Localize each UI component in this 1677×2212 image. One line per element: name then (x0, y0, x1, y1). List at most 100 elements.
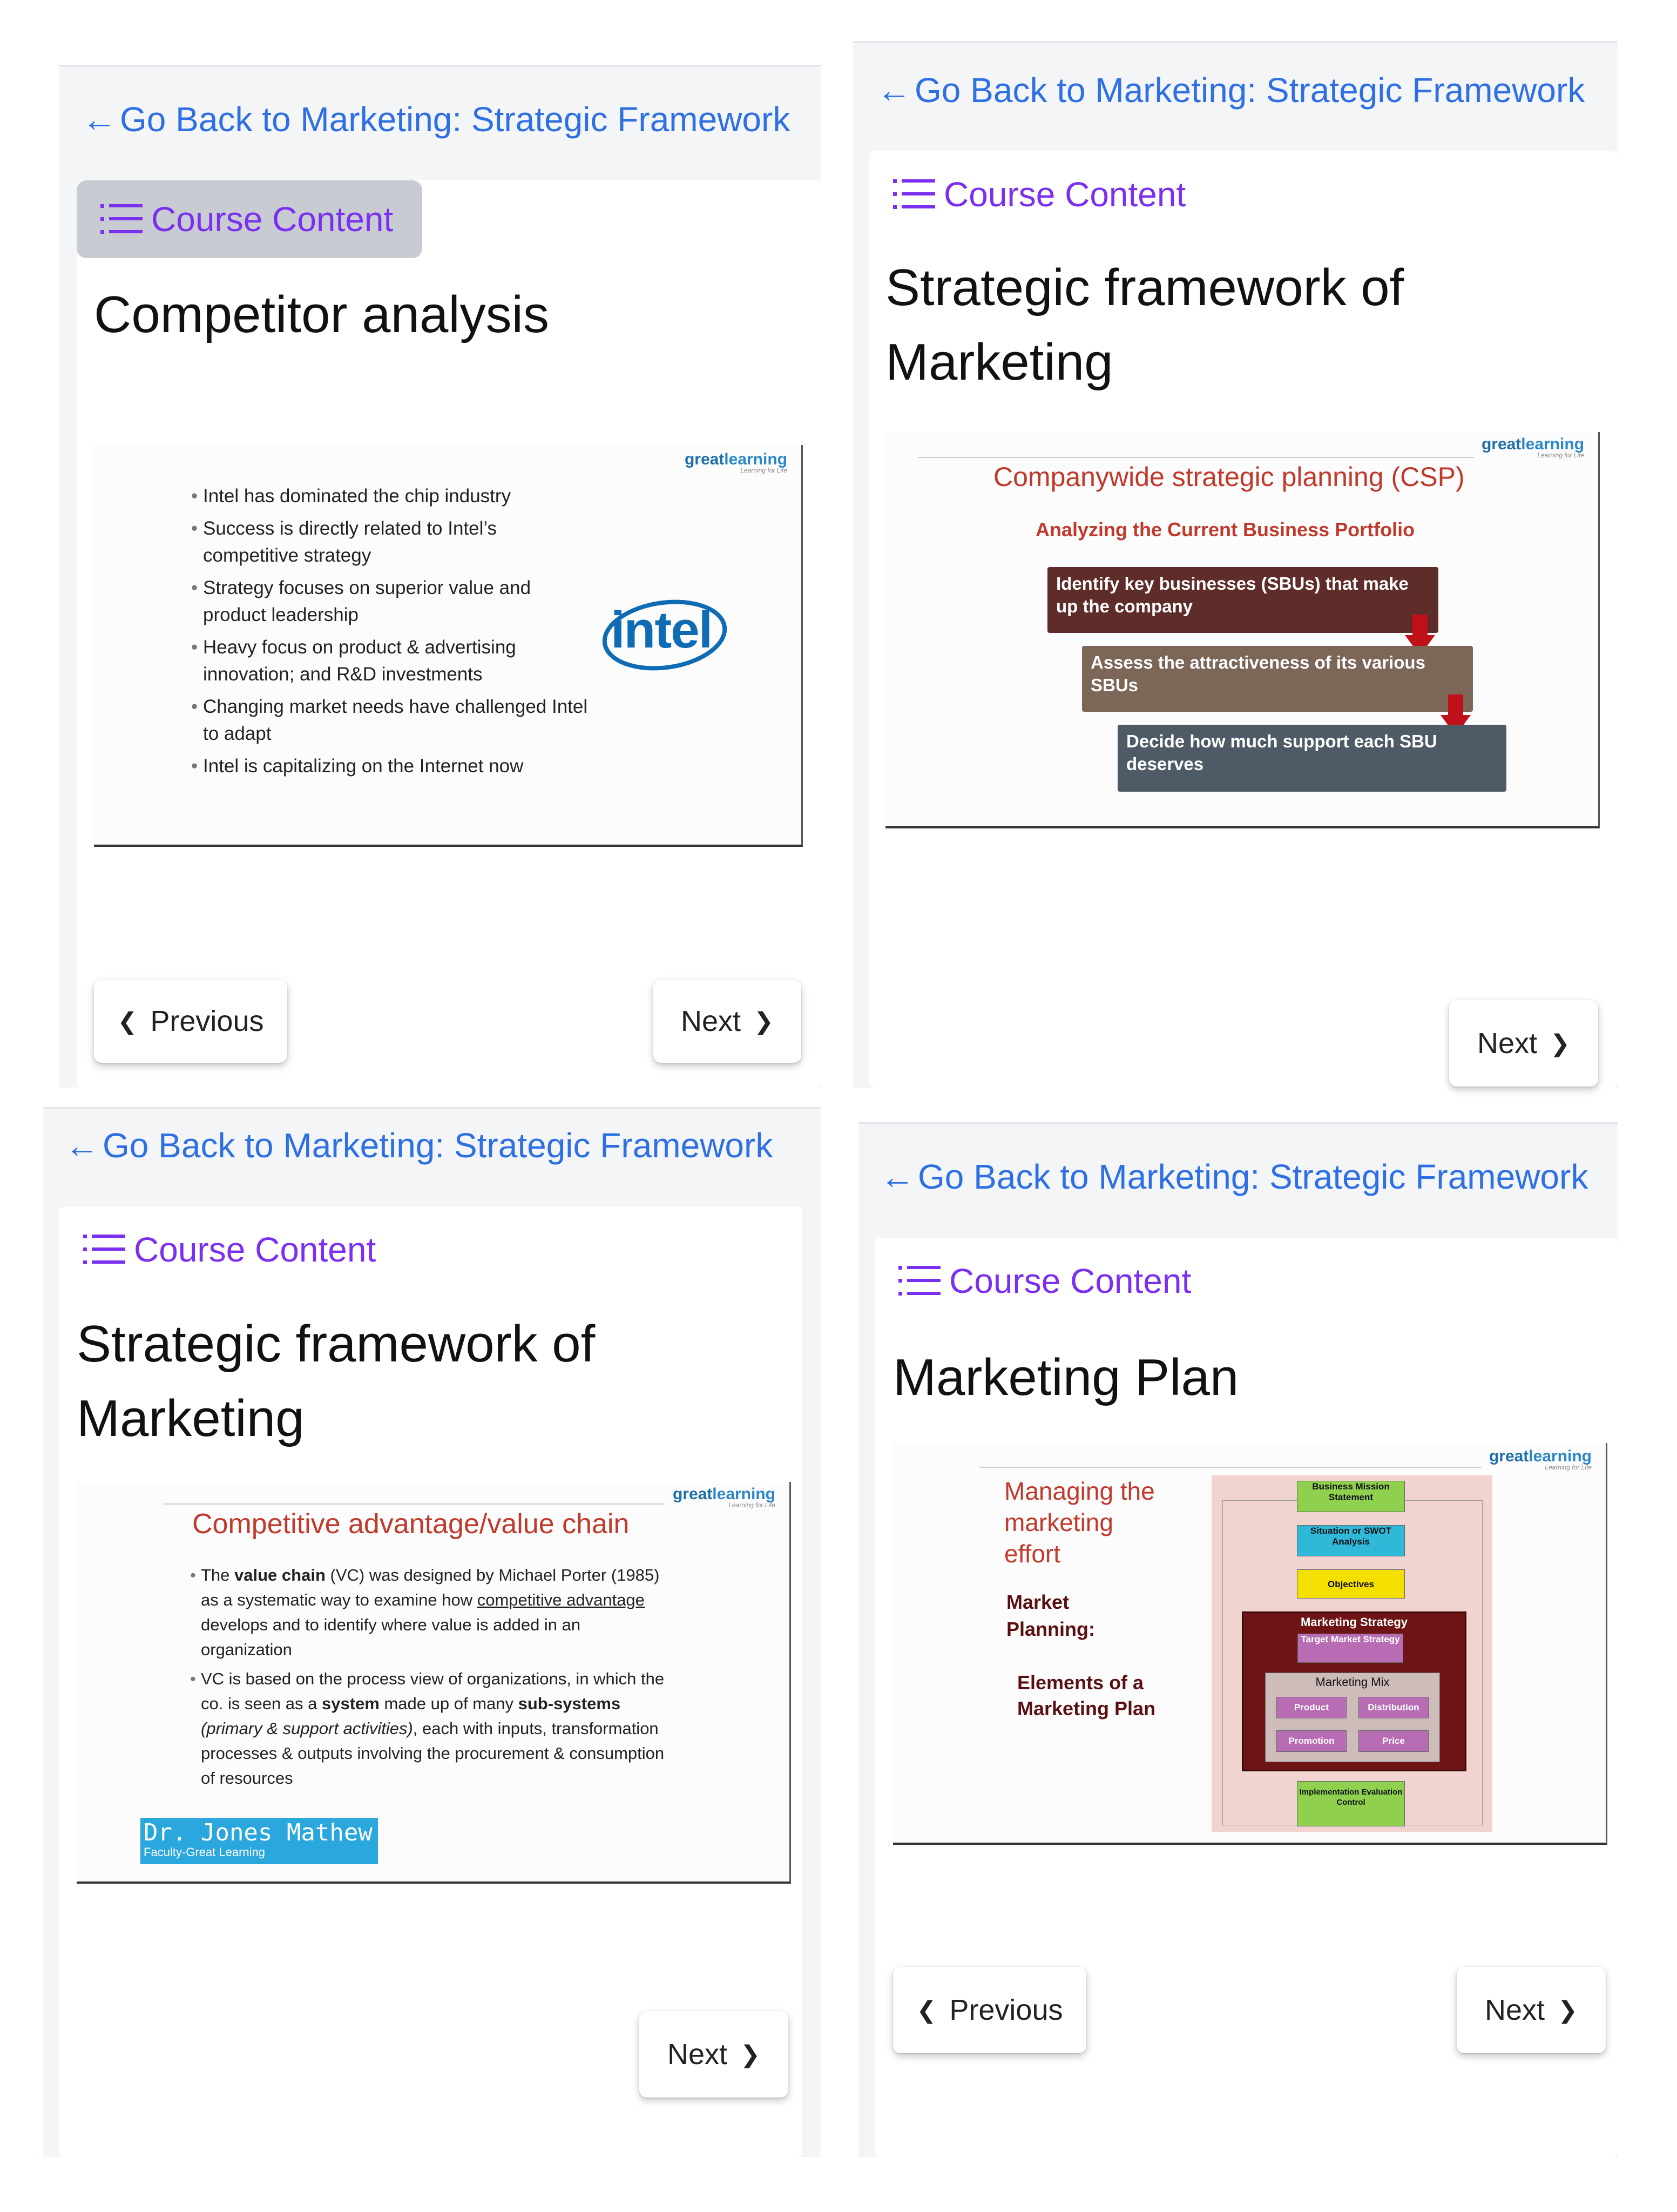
lesson-title: Strategic framework of Marketing (885, 259, 1404, 391)
step-box-identify: Identify key businesses (SBUs) that make… (1047, 567, 1438, 633)
list-icon (898, 1266, 941, 1296)
screen-strategic-framework-csp: ← Go Back to Marketing: Strategic Framew… (853, 41, 1618, 1088)
slide-title: Competitive advantage/value chain (192, 1508, 630, 1540)
next-button[interactable]: Next ❯ (653, 980, 801, 1063)
chevron-right-icon: ❯ (754, 1008, 774, 1035)
diagram-distribution: Distribution (1358, 1697, 1429, 1718)
back-link[interactable]: ← Go Back to Marketing: Strategic Framew… (65, 1125, 773, 1165)
slide-bullets: Intel has dominated the chip industry Su… (191, 483, 591, 780)
back-link-label: Go Back to Marketing: Strategic Framewor… (120, 100, 790, 139)
bullet-item: Changing market needs have challenged In… (191, 693, 591, 747)
back-link[interactable]: ← Go Back to Marketing: Strategic Framew… (880, 1157, 1588, 1197)
previous-label: Previous (150, 1005, 264, 1037)
diagram-marketing-mix-block: Marketing Mix Product Distribution Promo… (1265, 1673, 1440, 1762)
next-button[interactable]: Next ❯ (1457, 1967, 1606, 2053)
diagram-business-mission: Business Mission Statement (1297, 1481, 1405, 1512)
lesson-title: Competitor analysis (94, 286, 549, 343)
slide-heading: Managing the marketing effort (1004, 1477, 1155, 1568)
step-box-decide: Decide how much support each SBU deserve… (1118, 725, 1506, 792)
back-link-label: Go Back to Marketing: Strategic Framewor… (103, 1126, 773, 1165)
lesson-card: Course Content Strategic framework of Ma… (59, 1206, 802, 2157)
course-content-button[interactable]: Course Content (77, 180, 422, 258)
lesson-title: Marketing Plan (893, 1348, 1239, 1406)
list-icon (83, 1235, 125, 1264)
screen-marketing-plan: ← Go Back to Marketing: Strategic Framew… (858, 1122, 1618, 2157)
course-content-button[interactable]: Course Content (898, 1254, 1191, 1308)
next-label: Next (681, 1005, 741, 1037)
slide-divider (918, 457, 1474, 458)
course-content-button[interactable]: Course Content (83, 1223, 376, 1277)
bullet-item: Intel has dominated the chip industry (191, 483, 591, 510)
next-label: Next (667, 2038, 728, 2071)
bullet-item: Intel is capitalizing on the Internet no… (191, 753, 591, 780)
lesson-slide: greatlearning Learning for Life Managing… (893, 1443, 1607, 1845)
slide-body: • The value chain (VC) was designed by Mi… (190, 1566, 665, 1788)
course-content-label: Course Content (134, 1230, 376, 1269)
previous-button[interactable]: ❮ Previous (94, 980, 287, 1063)
chevron-left-icon: ❮ (117, 1008, 138, 1035)
course-content-label: Course Content (151, 200, 394, 239)
slide-divider (979, 1467, 1482, 1468)
lesson-slide: greatlearning Learning for Life Competit… (77, 1482, 791, 1884)
list-icon (100, 204, 143, 234)
previous-label: Previous (949, 1994, 1063, 2026)
greatlearning-logo: greatlearning Learning for Life (1489, 1447, 1592, 1471)
bullet-item: Heavy focus on product & advertising inn… (191, 634, 591, 688)
next-button[interactable]: Next ❯ (1449, 1000, 1598, 1087)
back-link[interactable]: ← Go Back to Marketing: Strategic Framew… (877, 70, 1585, 110)
diagram-situation: Situation or SWOT Analysis (1297, 1525, 1405, 1556)
greatlearning-logo: greatlearning Learning for Life (672, 1485, 775, 1509)
diagram-marketing-strategy-block: Marketing Strategy Target Market Strateg… (1242, 1611, 1466, 1771)
step-box-assess: Assess the attractiveness of its various… (1082, 646, 1473, 712)
lesson-card: Course Content Strategic framework of Ma… (869, 151, 1618, 1088)
diagram-target-market: Target Market Strategy (1297, 1634, 1403, 1663)
course-content-label: Course Content (944, 175, 1186, 214)
lesson-slide: greatlearning Learning for Life Companyw… (885, 432, 1600, 828)
course-content-button[interactable]: Course Content (893, 167, 1186, 221)
greatlearning-logo: greatlearning Learning for Life (1481, 435, 1584, 459)
intel-logo: intel (599, 591, 734, 677)
back-arrow-icon: ← (877, 71, 911, 110)
back-link-label: Go Back to Marketing: Strategic Framewor… (915, 71, 1585, 110)
lesson-card: Course Content Marketing Plan greatlearn… (875, 1238, 1618, 2157)
back-arrow-icon: ← (65, 1126, 99, 1165)
back-arrow-icon: ← (880, 1157, 915, 1196)
presenter-name: Dr. Jones Mathew (144, 1819, 373, 1846)
diagram-marketing-strategy: Marketing Strategy (1300, 1615, 1408, 1629)
previous-button[interactable]: ❮ Previous (893, 1967, 1086, 2053)
lesson-card: Course Content Competitor analysis great… (77, 180, 821, 1088)
chevron-right-icon: ❯ (1550, 1030, 1570, 1057)
diagram-implementation: Implementation Evaluation Control (1297, 1781, 1405, 1826)
next-label: Next (1477, 1027, 1538, 1060)
slide-divider (163, 1503, 665, 1505)
bullet-item: Strategy focuses on superior value and p… (191, 575, 591, 629)
label-market-planning: Market Planning: (1006, 1591, 1095, 1640)
diagram-price: Price (1358, 1730, 1429, 1752)
back-link[interactable]: ← Go Back to Marketing: Strategic Framew… (82, 99, 790, 139)
bullet-item: Success is directly related to Intel’s c… (191, 515, 591, 569)
chevron-left-icon: ❮ (916, 1997, 937, 2024)
screen-competitor-analysis: ← Go Back to Marketing: Strategic Framew… (59, 65, 821, 1088)
marketing-plan-diagram: Business Mission Statement Situation or … (1212, 1475, 1492, 1832)
course-content-label: Course Content (949, 1262, 1192, 1300)
diagram-promotion: Promotion (1276, 1730, 1347, 1752)
presenter-badge: Dr. Jones Mathew Faculty-Great Learning (140, 1818, 378, 1864)
chevron-right-icon: ❯ (1558, 1997, 1578, 2024)
next-button[interactable]: Next ❯ (639, 2011, 788, 2098)
lesson-title: Strategic framework of Marketing (77, 1315, 596, 1447)
lesson-slide: greatlearning Learning for Life Intel ha… (94, 445, 803, 847)
back-link-label: Go Back to Marketing: Strategic Framewor… (918, 1157, 1588, 1196)
diagram-marketing-mix: Marketing Mix (1315, 1675, 1390, 1689)
diagram-product: Product (1276, 1697, 1347, 1718)
slide-title: Companywide strategic planning (CSP) (993, 462, 1465, 492)
back-arrow-icon: ← (82, 100, 117, 139)
label-elements: Elements of a Marketing Plan (1017, 1671, 1156, 1719)
slide-subtitle: Analyzing the Current Business Portfolio (1036, 518, 1415, 541)
next-label: Next (1485, 1994, 1545, 2026)
list-icon (893, 179, 935, 209)
chevron-right-icon: ❯ (740, 2041, 760, 2068)
diagram-objectives: Objectives (1297, 1569, 1405, 1599)
screen-strategic-framework-value-chain: ← Go Back to Marketing: Strategic Framew… (43, 1107, 821, 2157)
greatlearning-logo: greatlearning Learning for Life (684, 450, 787, 474)
presenter-role: Faculty-Great Learning (144, 1845, 265, 1859)
